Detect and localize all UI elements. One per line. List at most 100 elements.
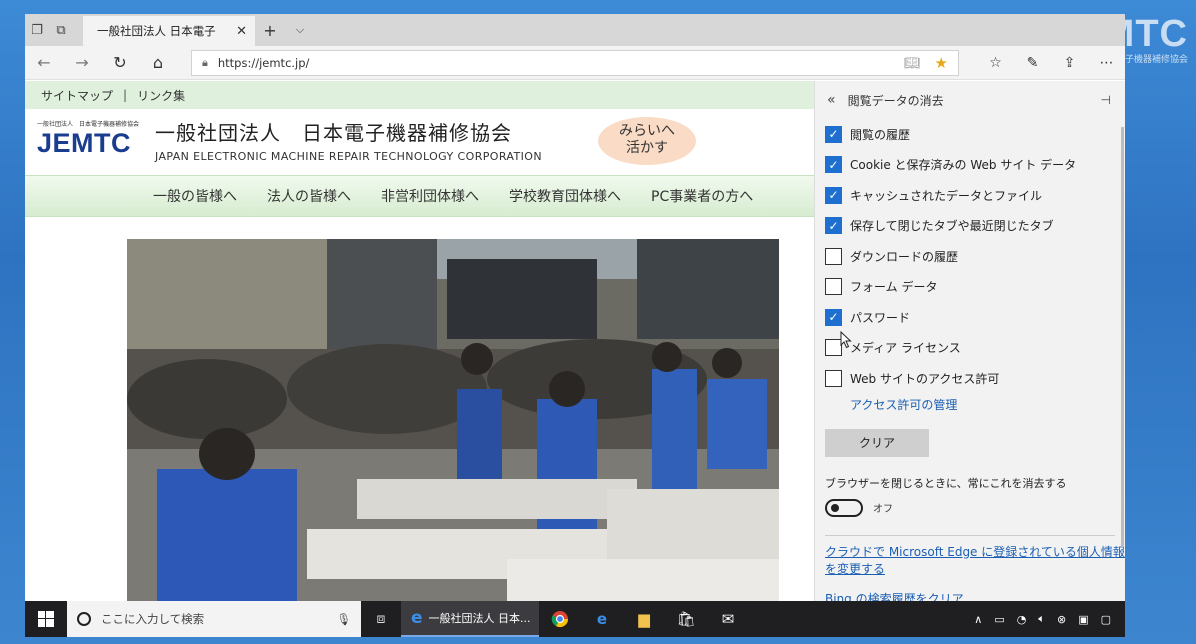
- ie-icon[interactable]: e: [581, 601, 623, 637]
- checkbox-label: Web サイトのアクセス許可: [850, 371, 1000, 386]
- nav-nonprofit[interactable]: 非営利団体様へ: [381, 186, 479, 206]
- taskbar: ここに入力して検索 🎙︎ ⧈ e 一般社団法人 日本... e ▆ 🛍︎ ✉ ∧…: [25, 601, 1125, 637]
- taskbar-search[interactable]: ここに入力して検索 🎙︎: [67, 601, 361, 637]
- wifi-icon[interactable]: ◔: [1017, 613, 1027, 626]
- volume-icon[interactable]: 🔈︎: [1038, 612, 1045, 626]
- checkbox-icon[interactable]: ✓: [825, 186, 842, 204]
- checkbox-label: パスワード: [850, 310, 911, 325]
- battery-icon[interactable]: ▭: [994, 613, 1004, 626]
- cortana-icon: [77, 612, 91, 626]
- checkbox-icon[interactable]: [825, 247, 842, 265]
- checkbox-closed-tabs[interactable]: ✓ 保存して閉じたタブや最近閉じたタブ: [815, 211, 1125, 242]
- site-header: 一般社団法人 日本電子機器補修協会 JEMTC 一般社団法人 日本電子機器補修協…: [25, 109, 814, 175]
- browser-tab[interactable]: 一般社団法人 日本電子 ✕: [83, 16, 255, 46]
- checkbox-site-permissions[interactable]: Web サイトのアクセス許可: [815, 363, 1125, 394]
- nav-general[interactable]: 一般の皆様へ: [153, 186, 237, 206]
- nav-education[interactable]: 学校教育団体様へ: [509, 186, 621, 206]
- chrome-icon[interactable]: [539, 601, 581, 637]
- checkbox-form-data[interactable]: フォーム データ: [815, 272, 1125, 303]
- favorites-icon[interactable]: ☆: [977, 46, 1014, 80]
- back-chevron-icon[interactable]: «: [827, 92, 836, 108]
- clear-browsing-data-panel: « 閲覧データの消去 ⊣ ✓ 閲覧の履歴 ✓ Cookie と保存済みの Web サ…: [814, 81, 1125, 601]
- site-logo[interactable]: 一般社団法人 日本電子機器補修協会 JEMTC: [37, 119, 139, 158]
- url-field[interactable]: 🔒︎ https://jemtc.jp/ 📖︎ ★: [191, 50, 959, 76]
- slogan-bubble: みらいへ 活かす: [598, 117, 696, 165]
- checkbox-label: 閲覧の履歴: [850, 127, 911, 142]
- checkbox-label: キャッシュされたデータとファイル: [850, 188, 1043, 203]
- windows-start-icon[interactable]: [25, 601, 67, 637]
- sitemap-link[interactable]: サイトマップ: [41, 87, 113, 104]
- checkbox-icon[interactable]: ✓: [825, 125, 842, 143]
- pen-icon[interactable]: ✎: [1014, 46, 1051, 80]
- checkbox-icon[interactable]: ✓: [825, 217, 842, 235]
- panel-title: 閲覧データの消去: [847, 93, 944, 108]
- main-nav: 一般の皆様へ 法人の皆様へ 非営利団体様へ 学校教育団体様へ PC事業者の方へ: [25, 175, 814, 217]
- toggle-state: オフ: [873, 504, 893, 515]
- logo-caption: 一般社団法人 日本電子機器補修協会: [37, 121, 140, 128]
- tabs-aside-icon[interactable]: ❐: [25, 14, 49, 46]
- nav-corporate[interactable]: 法人の皆様へ: [267, 186, 351, 206]
- checkbox-download-history[interactable]: ダウンロードの履歴: [815, 241, 1125, 272]
- checkbox-label: フォーム データ: [850, 280, 938, 295]
- checkbox-icon[interactable]: ✓: [825, 308, 842, 326]
- taskbar-edge-app[interactable]: e 一般社団法人 日本...: [401, 601, 539, 637]
- edge-icon: e: [411, 608, 423, 628]
- pin-icon[interactable]: ⊣: [1101, 93, 1111, 107]
- checkbox-label: ダウンロードの履歴: [850, 249, 959, 264]
- share-icon[interactable]: ⇪: [1051, 46, 1088, 80]
- utility-nav: サイトマップ | リンク集: [25, 81, 814, 109]
- checkbox-cache[interactable]: ✓ キャッシュされたデータとファイル: [815, 180, 1125, 211]
- panel-header: « 閲覧データの消去 ⊣: [815, 81, 1125, 119]
- divider: [825, 534, 1115, 536]
- tab-title: 一般社団法人 日本電子: [97, 24, 216, 38]
- manage-permissions-link[interactable]: アクセス許可の管理: [815, 396, 1125, 413]
- home-icon[interactable]: ⌂: [139, 46, 177, 80]
- tab-bar: ❐ ⧉ 一般社団法人 日本電子 ✕ + ⌵: [25, 14, 1125, 46]
- url-text: https://jemtc.jp/: [217, 56, 310, 70]
- microphone-icon[interactable]: 🎙︎: [336, 612, 351, 626]
- favorite-star-icon[interactable]: ★: [935, 54, 948, 72]
- org-title: 一般社団法人 日本電子機器補修協会 JAPAN ELECTRONIC MACHI…: [155, 117, 542, 163]
- notification-icon[interactable]: ▢: [1101, 613, 1111, 626]
- checkbox-cookies[interactable]: ✓ Cookie と保存済みの Web サイト データ: [815, 150, 1125, 181]
- store-icon[interactable]: 🛍︎: [665, 601, 707, 637]
- divider: |: [123, 88, 128, 102]
- checkbox-list: ✓ 閲覧の履歴 ✓ Cookie と保存済みの Web サイト データ ✓ キャッシュ…: [815, 119, 1125, 394]
- tab-preview-icon[interactable]: ⧉: [49, 14, 73, 46]
- checkbox-icon[interactable]: ✓: [825, 156, 842, 174]
- back-icon[interactable]: ←: [25, 46, 63, 80]
- chevron-down-icon[interactable]: ⌵: [285, 14, 315, 46]
- clear-on-close-toggle[interactable]: [825, 498, 863, 517]
- system-tray: ∧ ▭ ◔ 🔈︎ ⊗ ▣ ▢: [968, 612, 1125, 626]
- checkbox-browsing-history[interactable]: ✓ 閲覧の履歴: [815, 119, 1125, 150]
- checkbox-passwords[interactable]: ✓ パスワード: [815, 302, 1125, 333]
- cloud-data-link[interactable]: クラウドで Microsoft Edge に登録されている個人情報を変更する: [825, 544, 1125, 578]
- toolbar: ☆ ✎ ⇪ ⋯: [977, 46, 1125, 80]
- nav-pc-business[interactable]: PC事業者の方へ: [651, 186, 753, 206]
- close-circle-icon[interactable]: ⊗: [1057, 613, 1066, 626]
- mail-icon[interactable]: ✉: [707, 601, 749, 637]
- bing-history-link[interactable]: Bing の検索履歴をクリア: [825, 590, 1125, 602]
- links-link[interactable]: リンク集: [137, 87, 185, 104]
- org-name-jp: 一般社団法人 日本電子機器補修協会: [155, 121, 512, 145]
- more-icon[interactable]: ⋯: [1088, 46, 1125, 80]
- clear-on-close-label: ブラウザーを閉じるときに、常にこれを消去する: [825, 476, 1067, 490]
- browser-window: ❐ ⧉ 一般社団法人 日本電子 ✕ + ⌵ ← → ↻ ⌂ 🔒︎ https:/…: [25, 14, 1125, 601]
- panel-scrollbar[interactable]: [1121, 127, 1124, 547]
- clear-button[interactable]: クリア: [825, 428, 929, 457]
- chevron-up-icon[interactable]: ∧: [974, 613, 982, 626]
- new-tab-icon[interactable]: +: [255, 14, 285, 46]
- forward-icon[interactable]: →: [63, 46, 101, 80]
- folder-icon[interactable]: ▆: [623, 601, 665, 637]
- checkbox-icon[interactable]: [825, 369, 842, 387]
- close-icon[interactable]: ✕: [236, 24, 247, 39]
- reading-view-icon[interactable]: 📖︎: [904, 56, 921, 71]
- org-name-en: JAPAN ELECTRONIC MACHINE REPAIR TECHNOLO…: [155, 150, 542, 163]
- search-placeholder: ここに入力して検索: [101, 612, 205, 626]
- checkbox-media-licenses[interactable]: メディア ライセンス: [815, 333, 1125, 364]
- task-view-icon[interactable]: ⧈: [361, 601, 401, 637]
- lock-icon: 🔒︎: [202, 56, 208, 69]
- app-tray-icon[interactable]: ▣: [1078, 613, 1088, 626]
- checkbox-icon[interactable]: [825, 278, 842, 296]
- refresh-icon[interactable]: ↻: [101, 46, 139, 80]
